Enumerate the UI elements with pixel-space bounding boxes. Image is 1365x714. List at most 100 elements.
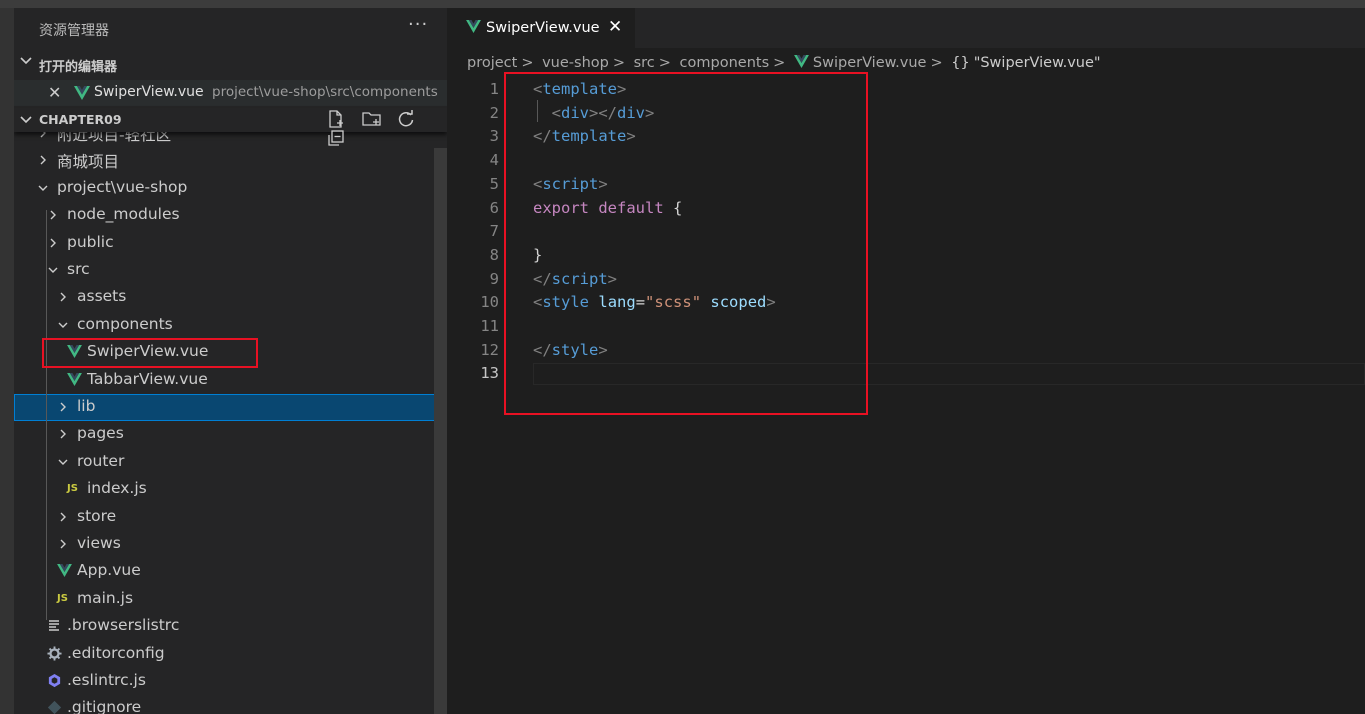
line-number: 11 bbox=[480, 317, 499, 335]
sidebar-scrollbar[interactable] bbox=[434, 148, 447, 714]
new-folder-icon[interactable] bbox=[361, 109, 383, 129]
open-editor-filename: SwiperView.vue bbox=[94, 84, 204, 100]
eslint-icon bbox=[47, 673, 62, 692]
open-editors-section-header[interactable]: 打开的编辑器 bbox=[14, 52, 447, 76]
tree-item-label: lib bbox=[77, 397, 96, 415]
chevron-down-icon bbox=[38, 185, 48, 191]
tree-item[interactable]: lib bbox=[14, 394, 447, 421]
tree-item[interactable]: JS main.js bbox=[14, 586, 447, 613]
tree-item-label: public bbox=[67, 232, 114, 251]
tree-item[interactable]: src bbox=[14, 257, 447, 284]
chevron-right-icon: > bbox=[773, 55, 786, 71]
workspace-section-header[interactable]: CHAPTER09 bbox=[14, 108, 447, 146]
tree-item[interactable]: .gitignore bbox=[14, 695, 447, 714]
tree-item[interactable]: pages bbox=[14, 421, 447, 448]
chevron-down-icon bbox=[48, 267, 58, 273]
tree-item[interactable]: store bbox=[14, 504, 447, 531]
tree-item[interactable]: App.vue bbox=[14, 558, 447, 585]
line-number: 1 bbox=[489, 80, 499, 98]
chevron-right-icon: > bbox=[521, 55, 534, 71]
tree-item[interactable]: 商城项目 bbox=[14, 147, 447, 174]
explorer-header: 资源管理器 ··· bbox=[14, 8, 447, 50]
chevron-right-icon: > bbox=[930, 55, 943, 71]
annotation-highlight-code bbox=[504, 72, 868, 415]
breadcrumb-item[interactable]: vue-shop bbox=[542, 55, 609, 71]
tree-item-label: assets bbox=[77, 287, 127, 306]
tree-item[interactable]: components bbox=[14, 312, 447, 339]
chevron-right-icon: > bbox=[658, 55, 671, 71]
tree-item-label: 商城项目 bbox=[57, 153, 120, 172]
tab-close-icon[interactable]: ✕ bbox=[608, 17, 622, 37]
js-file-icon: JS bbox=[57, 592, 68, 604]
tree-item-label: index.js bbox=[87, 479, 147, 498]
line-number: 3 bbox=[489, 127, 499, 146]
tree-item[interactable]: .editorconfig bbox=[14, 641, 447, 668]
tree-item-label: node_modules bbox=[67, 205, 180, 224]
tree-item[interactable]: node_modules bbox=[14, 202, 447, 229]
breadcrumb-item[interactable]: src bbox=[634, 55, 655, 71]
vue-file-icon bbox=[466, 20, 481, 33]
tree-item[interactable]: .browserslistrc bbox=[14, 613, 447, 640]
chevron-down-icon bbox=[20, 116, 32, 124]
chevron-right-icon bbox=[60, 402, 66, 412]
chevron-right-icon bbox=[60, 512, 66, 522]
js-file-icon: JS bbox=[67, 483, 78, 495]
tree-item-label: components bbox=[77, 314, 173, 333]
open-editors-label: 打开的编辑器 bbox=[39, 60, 118, 75]
tree-item[interactable]: assets bbox=[14, 284, 447, 311]
breadcrumb-item[interactable]: SwiperView.vue bbox=[813, 55, 927, 71]
tree-item[interactable]: TabbarView.vue bbox=[14, 367, 447, 394]
vue-file-icon bbox=[67, 372, 82, 390]
tree-item-label: .browserslistrc bbox=[67, 616, 180, 635]
vue-file-icon bbox=[57, 563, 72, 581]
tab-label: SwiperView.vue bbox=[486, 20, 600, 36]
more-actions-icon[interactable]: ··· bbox=[408, 14, 428, 35]
line-number: 10 bbox=[480, 293, 499, 312]
refresh-icon[interactable] bbox=[396, 109, 418, 129]
symbol-braces-icon: {} bbox=[951, 55, 970, 71]
new-file-icon[interactable] bbox=[326, 109, 348, 129]
tree-item-label: .gitignore bbox=[67, 698, 142, 714]
file-tree: 附近项目-轻社区 商城项目 project\vue-shop node_modules… bbox=[14, 132, 447, 714]
tree-item-label: pages bbox=[77, 424, 124, 443]
annotation-highlight-file bbox=[42, 338, 258, 368]
tree-item[interactable]: .eslintrc.js bbox=[14, 668, 447, 695]
title-strip bbox=[0, 0, 1365, 8]
close-editor-icon[interactable]: ✕ bbox=[48, 83, 61, 102]
line-number: 4 bbox=[489, 151, 499, 170]
tree-item[interactable]: JS index.js bbox=[14, 476, 447, 503]
tree-item-label: TabbarView.vue bbox=[87, 369, 208, 388]
chevron-down-icon bbox=[58, 459, 68, 465]
tree-item[interactable]: views bbox=[14, 531, 447, 558]
breadcrumb-item[interactable]: components bbox=[680, 55, 770, 71]
tree-item-label: store bbox=[77, 506, 117, 525]
editor-tabbar: SwiperView.vue ✕ bbox=[447, 8, 1365, 48]
open-editor-item[interactable]: ✕ SwiperView.vue project\vue-shop\src\co… bbox=[14, 80, 447, 106]
line-number: 13 bbox=[480, 364, 499, 383]
tree-item[interactable]: project\vue-shop bbox=[14, 175, 447, 202]
tree-item-label: .editorconfig bbox=[67, 643, 165, 662]
chevron-right-icon bbox=[50, 210, 56, 220]
chevron-right-icon bbox=[60, 292, 66, 302]
line-number: 7 bbox=[489, 222, 499, 241]
chevron-down-icon bbox=[58, 322, 68, 328]
tree-item[interactable]: public bbox=[14, 230, 447, 257]
tree-item-label: views bbox=[77, 534, 121, 552]
line-number: 12 bbox=[480, 340, 499, 359]
explorer-title: 资源管理器 bbox=[39, 23, 109, 39]
collapse-all-icon[interactable] bbox=[326, 129, 348, 149]
tree-item[interactable]: router bbox=[14, 449, 447, 476]
workspace-name: CHAPTER09 bbox=[39, 112, 122, 127]
line-number: 8 bbox=[489, 245, 499, 264]
line-number: 6 bbox=[489, 198, 499, 217]
chevron-right-icon bbox=[60, 539, 66, 549]
editor-tab-swiperview[interactable]: SwiperView.vue ✕ bbox=[447, 8, 635, 48]
line-number: 5 bbox=[489, 174, 499, 193]
gear-icon bbox=[47, 646, 62, 665]
vue-file-icon bbox=[793, 55, 809, 68]
breadcrumb-item[interactable]: "SwiperView.vue" bbox=[974, 55, 1101, 71]
breadcrumb: project > vue-shop > src > components > Swip… bbox=[467, 55, 1105, 71]
breadcrumb-item[interactable]: project bbox=[467, 55, 517, 71]
indent-guide bbox=[46, 210, 47, 620]
line-number: 2 bbox=[489, 103, 499, 122]
